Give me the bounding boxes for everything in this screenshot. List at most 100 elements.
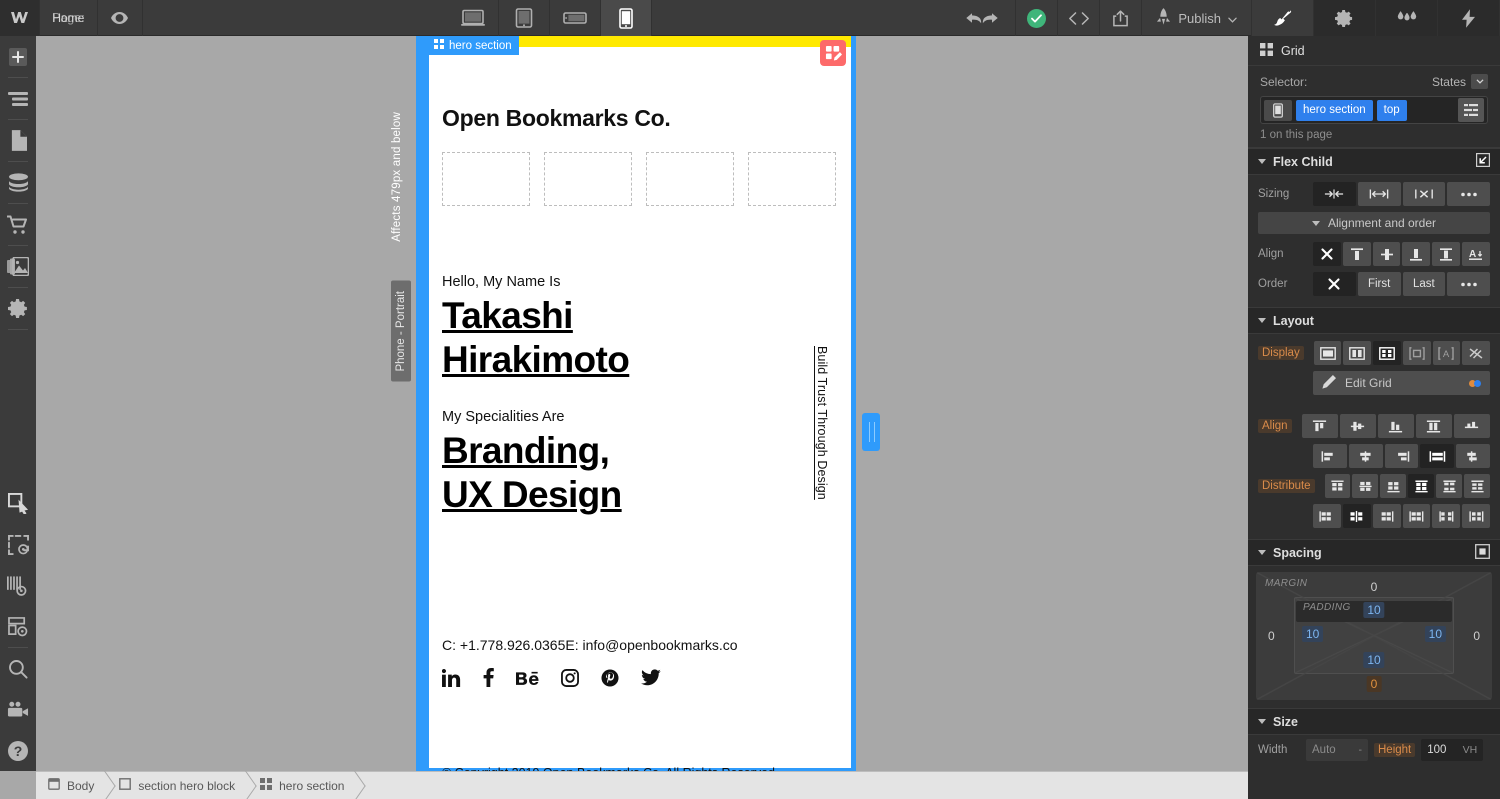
sizing-grow-button[interactable] — [1357, 182, 1401, 206]
canvas-resize-handle[interactable] — [862, 413, 880, 451]
grid-edit-icon[interactable] — [820, 40, 846, 66]
assets-button[interactable] — [0, 246, 36, 287]
distribute-h-end-button[interactable] — [1372, 504, 1401, 528]
align-items-start-button[interactable] — [1301, 414, 1338, 438]
selector-list-icon[interactable] — [1458, 98, 1484, 122]
device-mobile-portrait-button[interactable] — [600, 0, 652, 36]
pinterest-icon[interactable] — [601, 668, 619, 687]
facebook-icon[interactable] — [483, 668, 494, 687]
align-auto-button[interactable] — [1313, 242, 1341, 266]
display-grid-button[interactable] — [1373, 341, 1401, 365]
style-selector-button[interactable] — [0, 483, 36, 524]
ecommerce-button[interactable] — [0, 204, 36, 245]
eye-preview-icon[interactable] — [98, 0, 143, 36]
padding-left-value[interactable]: 10 — [1302, 626, 1324, 642]
margin-bottom-value[interactable]: 0 — [1366, 676, 1382, 692]
section-size[interactable]: Size — [1248, 708, 1500, 735]
section-layout[interactable]: Layout — [1248, 307, 1500, 334]
spacing-box[interactable]: MARGIN 0 0 0 0 PADDING 10 10 10 10 — [1256, 572, 1492, 700]
page-indicator[interactable]: Page: Home — [40, 0, 98, 36]
breadcrumb-item-hero[interactable]: hero section — [248, 772, 357, 799]
margin-right-value[interactable]: 0 — [1469, 628, 1484, 644]
selected-element-label[interactable]: hero section — [429, 36, 519, 55]
video-tutorials-button[interactable] — [0, 689, 36, 730]
device-desktop-button[interactable] — [448, 0, 499, 36]
placeholder-box[interactable] — [748, 152, 836, 206]
width-input[interactable]: Auto - — [1306, 739, 1368, 761]
sizing-more-button[interactable] — [1447, 182, 1490, 206]
linkedin-icon[interactable] — [442, 668, 461, 687]
order-first-button[interactable]: First — [1357, 272, 1401, 296]
twitter-icon[interactable] — [641, 669, 661, 686]
display-block-button[interactable] — [1313, 341, 1342, 365]
edit-grid-button[interactable]: Edit Grid — [1313, 371, 1490, 395]
panel-style-button[interactable] — [1252, 0, 1314, 36]
typography-audit-button[interactable] — [0, 565, 36, 606]
align-center-button[interactable] — [1372, 242, 1401, 266]
margin-top-value[interactable]: 0 — [1367, 579, 1382, 595]
help-button[interactable]: ? — [0, 730, 36, 771]
align-baseline-button[interactable]: A — [1462, 242, 1490, 266]
code-brackets-icon[interactable] — [1058, 0, 1101, 36]
navigator-button[interactable] — [0, 78, 36, 119]
display-inline-block-button[interactable] — [1402, 341, 1431, 365]
placeholder-box[interactable] — [442, 152, 530, 206]
align-stretch-button[interactable] — [1432, 242, 1461, 266]
sizing-none-button[interactable] — [1402, 182, 1446, 206]
display-none-button[interactable] — [1462, 341, 1490, 365]
height-input[interactable]: 100 VH — [1421, 739, 1484, 761]
selector-chip-hero-section[interactable]: hero section — [1296, 99, 1373, 121]
align-start-button[interactable] — [1342, 242, 1371, 266]
order-auto-button[interactable] — [1313, 272, 1356, 296]
selector-field[interactable]: hero section top — [1260, 96, 1488, 124]
section-flex-child[interactable]: Flex Child — [1248, 148, 1500, 175]
device-tablet-button[interactable] — [499, 0, 550, 36]
export-share-icon[interactable] — [1100, 0, 1143, 36]
align-items-stretch-button[interactable] — [1415, 414, 1452, 438]
alignment-and-order-row[interactable]: Alignment and order — [1258, 212, 1490, 234]
align-items-end-button[interactable] — [1377, 414, 1414, 438]
instagram-icon[interactable] — [561, 668, 579, 687]
distribute-stretch-button[interactable] — [1408, 474, 1435, 498]
spacing-mode-icon[interactable] — [1475, 543, 1490, 562]
distribute-around-button[interactable] — [1464, 474, 1490, 498]
padding-right-value[interactable]: 10 — [1424, 626, 1446, 642]
distribute-between-button[interactable] — [1436, 474, 1463, 498]
placeholder-box[interactable] — [544, 152, 632, 206]
distribute-h-between-button[interactable] — [1432, 504, 1461, 528]
order-more-button[interactable] — [1447, 272, 1490, 296]
undo-redo-icon[interactable] — [956, 0, 1017, 36]
symbols-button[interactable] — [0, 524, 36, 565]
cms-button[interactable] — [0, 162, 36, 203]
align-end-button[interactable] — [1402, 242, 1431, 266]
padding-top-value[interactable]: 10 — [1363, 602, 1385, 618]
align-items-center-button[interactable] — [1339, 414, 1376, 438]
display-inline-button[interactable]: A — [1432, 341, 1461, 365]
search-button[interactable] — [0, 648, 36, 689]
breadcrumb-item-body[interactable]: Body — [36, 772, 107, 799]
distribute-h-stretch-button[interactable] — [1402, 504, 1431, 528]
breakpoint-tab[interactable]: Phone - Portrait — [391, 281, 411, 382]
breadcrumb-item-section[interactable]: section hero block — [107, 772, 248, 799]
grid-toggle-dots[interactable] — [1469, 379, 1481, 387]
align-items-baseline-button[interactable] — [1453, 414, 1490, 438]
add-element-button[interactable] — [0, 36, 36, 77]
panel-effects-button[interactable] — [1438, 0, 1500, 36]
webflow-logo-icon[interactable] — [0, 0, 40, 36]
placeholder-box[interactable] — [646, 152, 734, 206]
section-spacing[interactable]: Spacing — [1248, 539, 1500, 566]
padding-bottom-value[interactable]: 10 — [1363, 652, 1385, 668]
margin-left-value[interactable]: 0 — [1264, 628, 1279, 644]
distribute-h-start-button[interactable] — [1313, 504, 1341, 528]
saved-check-icon[interactable] — [1016, 0, 1059, 36]
pages-button[interactable] — [0, 120, 36, 161]
arrow-expand-icon[interactable] — [1476, 153, 1491, 170]
panel-settings-button[interactable] — [1314, 0, 1376, 36]
order-last-button[interactable]: Last — [1402, 272, 1446, 296]
justify-items-start-button[interactable] — [1313, 444, 1347, 468]
distribute-start-button[interactable] — [1324, 474, 1351, 498]
states-dropdown[interactable]: States — [1432, 74, 1488, 89]
distribute-end-button[interactable] — [1380, 474, 1407, 498]
publish-button[interactable]: Publish — [1142, 0, 1252, 36]
panel-interactions-button[interactable] — [1376, 0, 1438, 36]
